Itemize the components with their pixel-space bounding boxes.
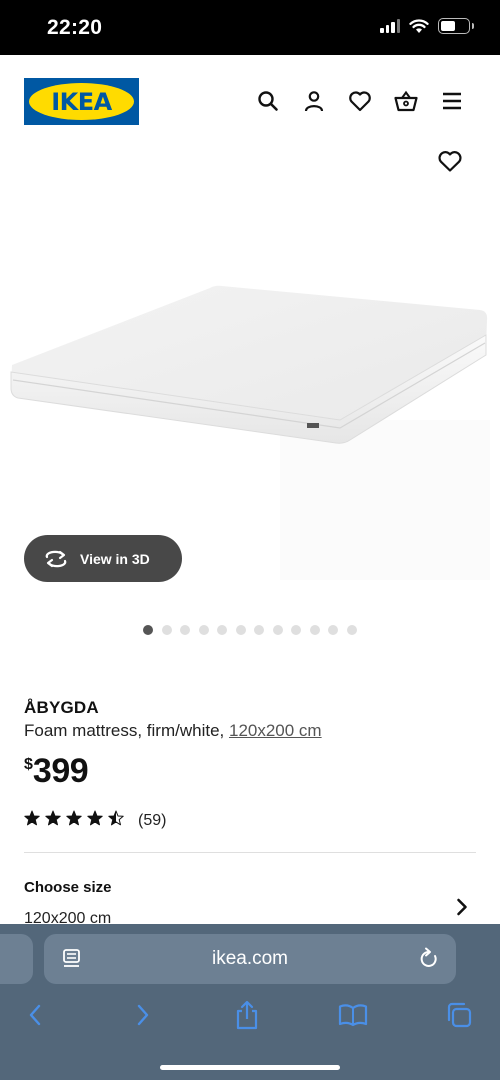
forward-icon[interactable] <box>128 1000 158 1030</box>
favourite-product-icon[interactable] <box>437 150 463 172</box>
gallery-dot[interactable] <box>291 625 301 635</box>
star-icon <box>24 810 40 831</box>
gallery-dot[interactable] <box>254 625 264 635</box>
gallery-dot[interactable] <box>198 625 209 635</box>
price-value: 399 <box>32 752 89 790</box>
product-price: $ 399 <box>24 752 89 791</box>
gallery-dot[interactable] <box>217 625 227 635</box>
product-name: ÅBYGDA <box>24 698 99 717</box>
product-rating[interactable]: (59) <box>24 810 166 831</box>
product-description: Foam mattress, firm/white, 120x200 cm <box>24 721 322 741</box>
rating-stars <box>24 810 124 831</box>
rotate-3d-icon <box>45 550 67 567</box>
home-indicator[interactable] <box>160 1065 340 1070</box>
ikea-logo[interactable]: IKEA <box>24 78 139 125</box>
back-icon[interactable] <box>20 1000 50 1030</box>
logo-text: IKEA <box>51 87 112 116</box>
address-bar[interactable]: ikea.com <box>44 934 456 984</box>
previous-tab[interactable] <box>0 934 33 984</box>
star-icon <box>45 810 61 831</box>
product-size-link[interactable]: 120x200 cm <box>229 721 322 740</box>
review-count: (59) <box>138 811 167 829</box>
site-header: IKEA <box>0 55 500 150</box>
favourites-icon[interactable] <box>348 89 372 113</box>
gallery-dot[interactable] <box>272 625 283 635</box>
account-icon[interactable] <box>302 89 326 113</box>
star-icon <box>108 810 124 831</box>
selected-size: 120x200 cm <box>24 910 112 924</box>
status-bar: 22:20 <box>0 0 500 55</box>
choose-size-label[interactable]: Choose size <box>24 879 112 896</box>
gallery-dot[interactable] <box>143 625 153 635</box>
address-text: ikea.com <box>211 948 289 969</box>
product-description-text: Foam mattress, firm/white, <box>24 721 229 740</box>
star-icon <box>66 810 82 831</box>
menu-icon[interactable] <box>440 89 464 113</box>
view-in-3d-button[interactable]: View in 3D <box>24 535 182 582</box>
tabs-icon[interactable] <box>444 1000 474 1030</box>
gallery-dot[interactable] <box>346 625 357 635</box>
header-actions <box>256 89 464 113</box>
reload-icon[interactable] <box>418 947 440 971</box>
gallery-dot[interactable] <box>235 625 246 635</box>
share-icon[interactable] <box>232 1000 262 1030</box>
bookmarks-icon[interactable] <box>338 1000 368 1030</box>
price-currency: $ <box>24 756 33 773</box>
browser-toolbar: ikea.com <box>0 924 500 1080</box>
battery-icon <box>438 18 474 34</box>
status-icons <box>380 18 474 34</box>
wifi-icon <box>409 18 429 33</box>
gallery-dot[interactable] <box>328 625 338 635</box>
gallery-dot[interactable] <box>180 625 190 635</box>
gallery-pagination[interactable] <box>143 625 357 635</box>
search-icon[interactable] <box>256 89 280 113</box>
gallery-dot[interactable] <box>161 625 172 635</box>
divider <box>24 852 476 853</box>
status-time: 22:20 <box>47 16 103 39</box>
signal-icon <box>380 19 400 33</box>
chevron-right-icon[interactable] <box>456 898 468 916</box>
view-in-3d-label: View in 3D <box>80 550 150 567</box>
product-gallery[interactable]: View in 3D <box>0 150 500 650</box>
shopping-bag-icon[interactable] <box>394 89 418 113</box>
gallery-dot[interactable] <box>309 625 320 635</box>
star-icon <box>87 810 103 831</box>
browser-navigation <box>0 1000 500 1030</box>
